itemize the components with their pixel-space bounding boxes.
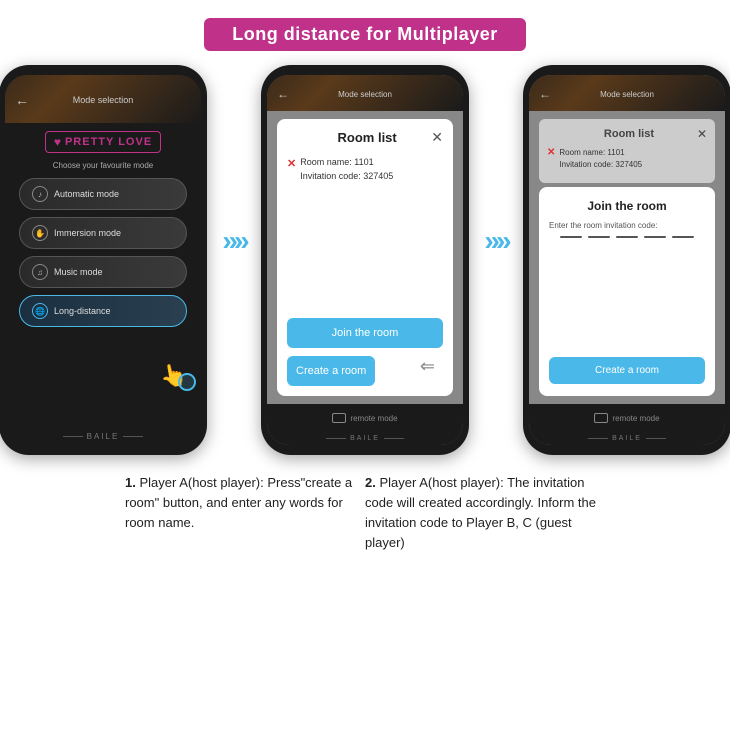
p1-immersion-label: Immersion mode	[54, 228, 121, 238]
globe-icon: 🌐	[32, 303, 48, 319]
p3-close-btn[interactable]: ✕	[697, 127, 707, 141]
p1-footer: BAILE	[5, 426, 201, 445]
double-arrow-1: »»	[222, 225, 245, 257]
p1-logo: ♥ PRETTY LOVE	[45, 131, 161, 153]
p3-room-list-header: Room list ✕	[547, 127, 707, 141]
desc2-number: 2.	[365, 475, 376, 490]
p3-bottom-bar: remote mode	[529, 404, 725, 432]
arrow-1: »»	[207, 225, 261, 257]
p3-invitation-code: Invitation code: 327405	[559, 159, 642, 171]
room-list-title: Room list	[303, 130, 431, 145]
code-dash-5	[672, 236, 694, 238]
phone-2-screen: ← Mode selection Room list ✕ ✕ Room name…	[267, 75, 463, 445]
remote-icon	[332, 413, 346, 423]
header: Long distance for Multiplayer	[0, 0, 730, 65]
p3-top-bar: ← Mode selection	[529, 75, 725, 111]
p2-top-bar: ← Mode selection	[267, 75, 463, 111]
p2-footer-text: BAILE	[350, 435, 380, 442]
p1-auto-label: Automatic mode	[54, 189, 119, 199]
p2-remote-label: remote mode	[350, 414, 397, 423]
p1-back-btn[interactable]: ←	[15, 92, 29, 108]
music-icon: ♫	[32, 264, 48, 280]
p1-logo-text: PRETTY LOVE	[65, 136, 152, 148]
p1-footer-text: BAILE	[87, 432, 120, 441]
p1-header: ← Mode selection	[5, 75, 201, 123]
p1-mode-label: Mode selection	[73, 95, 134, 105]
p1-logo-icon: ♥	[54, 135, 61, 149]
p2-bottom-bar: remote mode	[267, 404, 463, 432]
code-dash-row	[560, 236, 694, 238]
code-dash-3	[616, 236, 638, 238]
p3-remote-label: remote mode	[612, 414, 659, 423]
p1-music-btn[interactable]: ♫ Music mode	[19, 256, 187, 288]
room-info: Room name: 1101 Invitation code: 327405	[300, 156, 393, 183]
page-title: Long distance for Multiplayer	[204, 18, 526, 51]
p1-subtitle: Choose your favourite mode	[5, 161, 201, 170]
immersion-icon: ✋	[32, 225, 48, 241]
phone-3: ← Mode selection Room list ✕ ✕ Room name…	[523, 65, 730, 455]
footer-dash-left	[63, 436, 83, 437]
desc1-text: Player A(host player): Press"create a ro…	[125, 475, 352, 530]
join-room-input-label: Enter the room invitation code:	[549, 221, 658, 230]
room-list-modal: Room list ✕ ✕ Room name: 1101 Invitation…	[277, 119, 453, 396]
p2-back-btn[interactable]: ←	[277, 87, 289, 101]
p3-back-btn[interactable]: ←	[539, 87, 551, 101]
phone-1: ← Mode selection ♥ PRETTY LOVE Choose yo…	[0, 65, 207, 455]
p1-longdistance-label: Long-distance	[54, 306, 111, 316]
code-dash-2	[588, 236, 610, 238]
description-1: 1. Player A(host player): Press"create a…	[125, 473, 365, 554]
p3-room-list-title: Room list	[561, 128, 697, 140]
p3-room-entry: ✕ Room name: 1101 Invitation code: 32740…	[547, 147, 707, 171]
phones-row: ← Mode selection ♥ PRETTY LOVE Choose yo…	[0, 65, 730, 455]
room-list-header: Room list ✕	[287, 129, 443, 146]
room-name: Room name: 1101	[300, 156, 393, 170]
desc1-number: 1.	[125, 475, 136, 490]
code-dash-1	[560, 236, 582, 238]
description-2: 2. Player A(host player): The invitation…	[365, 473, 605, 554]
p3-mode-label: Mode selection	[600, 90, 654, 99]
tap-indicator	[178, 373, 196, 391]
room-list-modal-3: Room list ✕ ✕ Room name: 1101 Invitation…	[539, 119, 715, 183]
code-dash-4	[644, 236, 666, 238]
p2-mode-label: Mode selection	[338, 90, 392, 99]
p3-room-info: Room name: 1101 Invitation code: 327405	[559, 147, 642, 171]
p1-longdistance-btn[interactable]: 🌐 Long-distance	[19, 295, 187, 327]
join-room-title: Join the room	[587, 199, 666, 213]
auto-icon: ♪	[32, 186, 48, 202]
phone-1-screen: ← Mode selection ♥ PRETTY LOVE Choose yo…	[5, 75, 201, 445]
create-room-btn[interactable]: Create a room	[287, 356, 375, 386]
double-arrow-2: »»	[484, 225, 507, 257]
descriptions: 1. Player A(host player): Press"create a…	[0, 455, 730, 554]
room-list-close-btn[interactable]: ✕	[431, 129, 443, 146]
invitation-code: Invitation code: 327405	[300, 170, 393, 184]
join-room-btn[interactable]: Join the room	[287, 318, 443, 348]
room-entry: ✕ Room name: 1101 Invitation code: 32740…	[287, 156, 443, 183]
join-room-modal: Join the room Enter the room invitation …	[539, 187, 715, 396]
p3-room-name: Room name: 1101	[559, 147, 642, 159]
p1-music-label: Music mode	[54, 267, 103, 277]
phone-2: ← Mode selection Room list ✕ ✕ Room name…	[261, 65, 469, 455]
arrow-2: »»	[469, 225, 523, 257]
footer-dash-right	[123, 436, 143, 437]
p1-immersion-btn[interactable]: ✋ Immersion mode	[19, 217, 187, 249]
room-x-icon: ✕	[287, 157, 296, 170]
p1-auto-btn[interactable]: ♪ Automatic mode	[19, 178, 187, 210]
room-actions: Join the room Create a room ⇐	[287, 318, 443, 386]
p3-create-room-btn[interactable]: Create a room	[549, 357, 705, 384]
desc2-text: Player A(host player): The invitation co…	[365, 475, 596, 550]
p1-buttons: ♪ Automatic mode ✋ Immersion mode ♫ Musi…	[5, 178, 201, 327]
phone-3-screen: ← Mode selection Room list ✕ ✕ Room name…	[529, 75, 725, 445]
p3-footer-text: BAILE	[612, 435, 642, 442]
p3-remote-icon	[594, 413, 608, 423]
create-tap-arrow-icon: ⇐	[420, 356, 435, 377]
p3-x-icon: ✕	[547, 147, 555, 158]
